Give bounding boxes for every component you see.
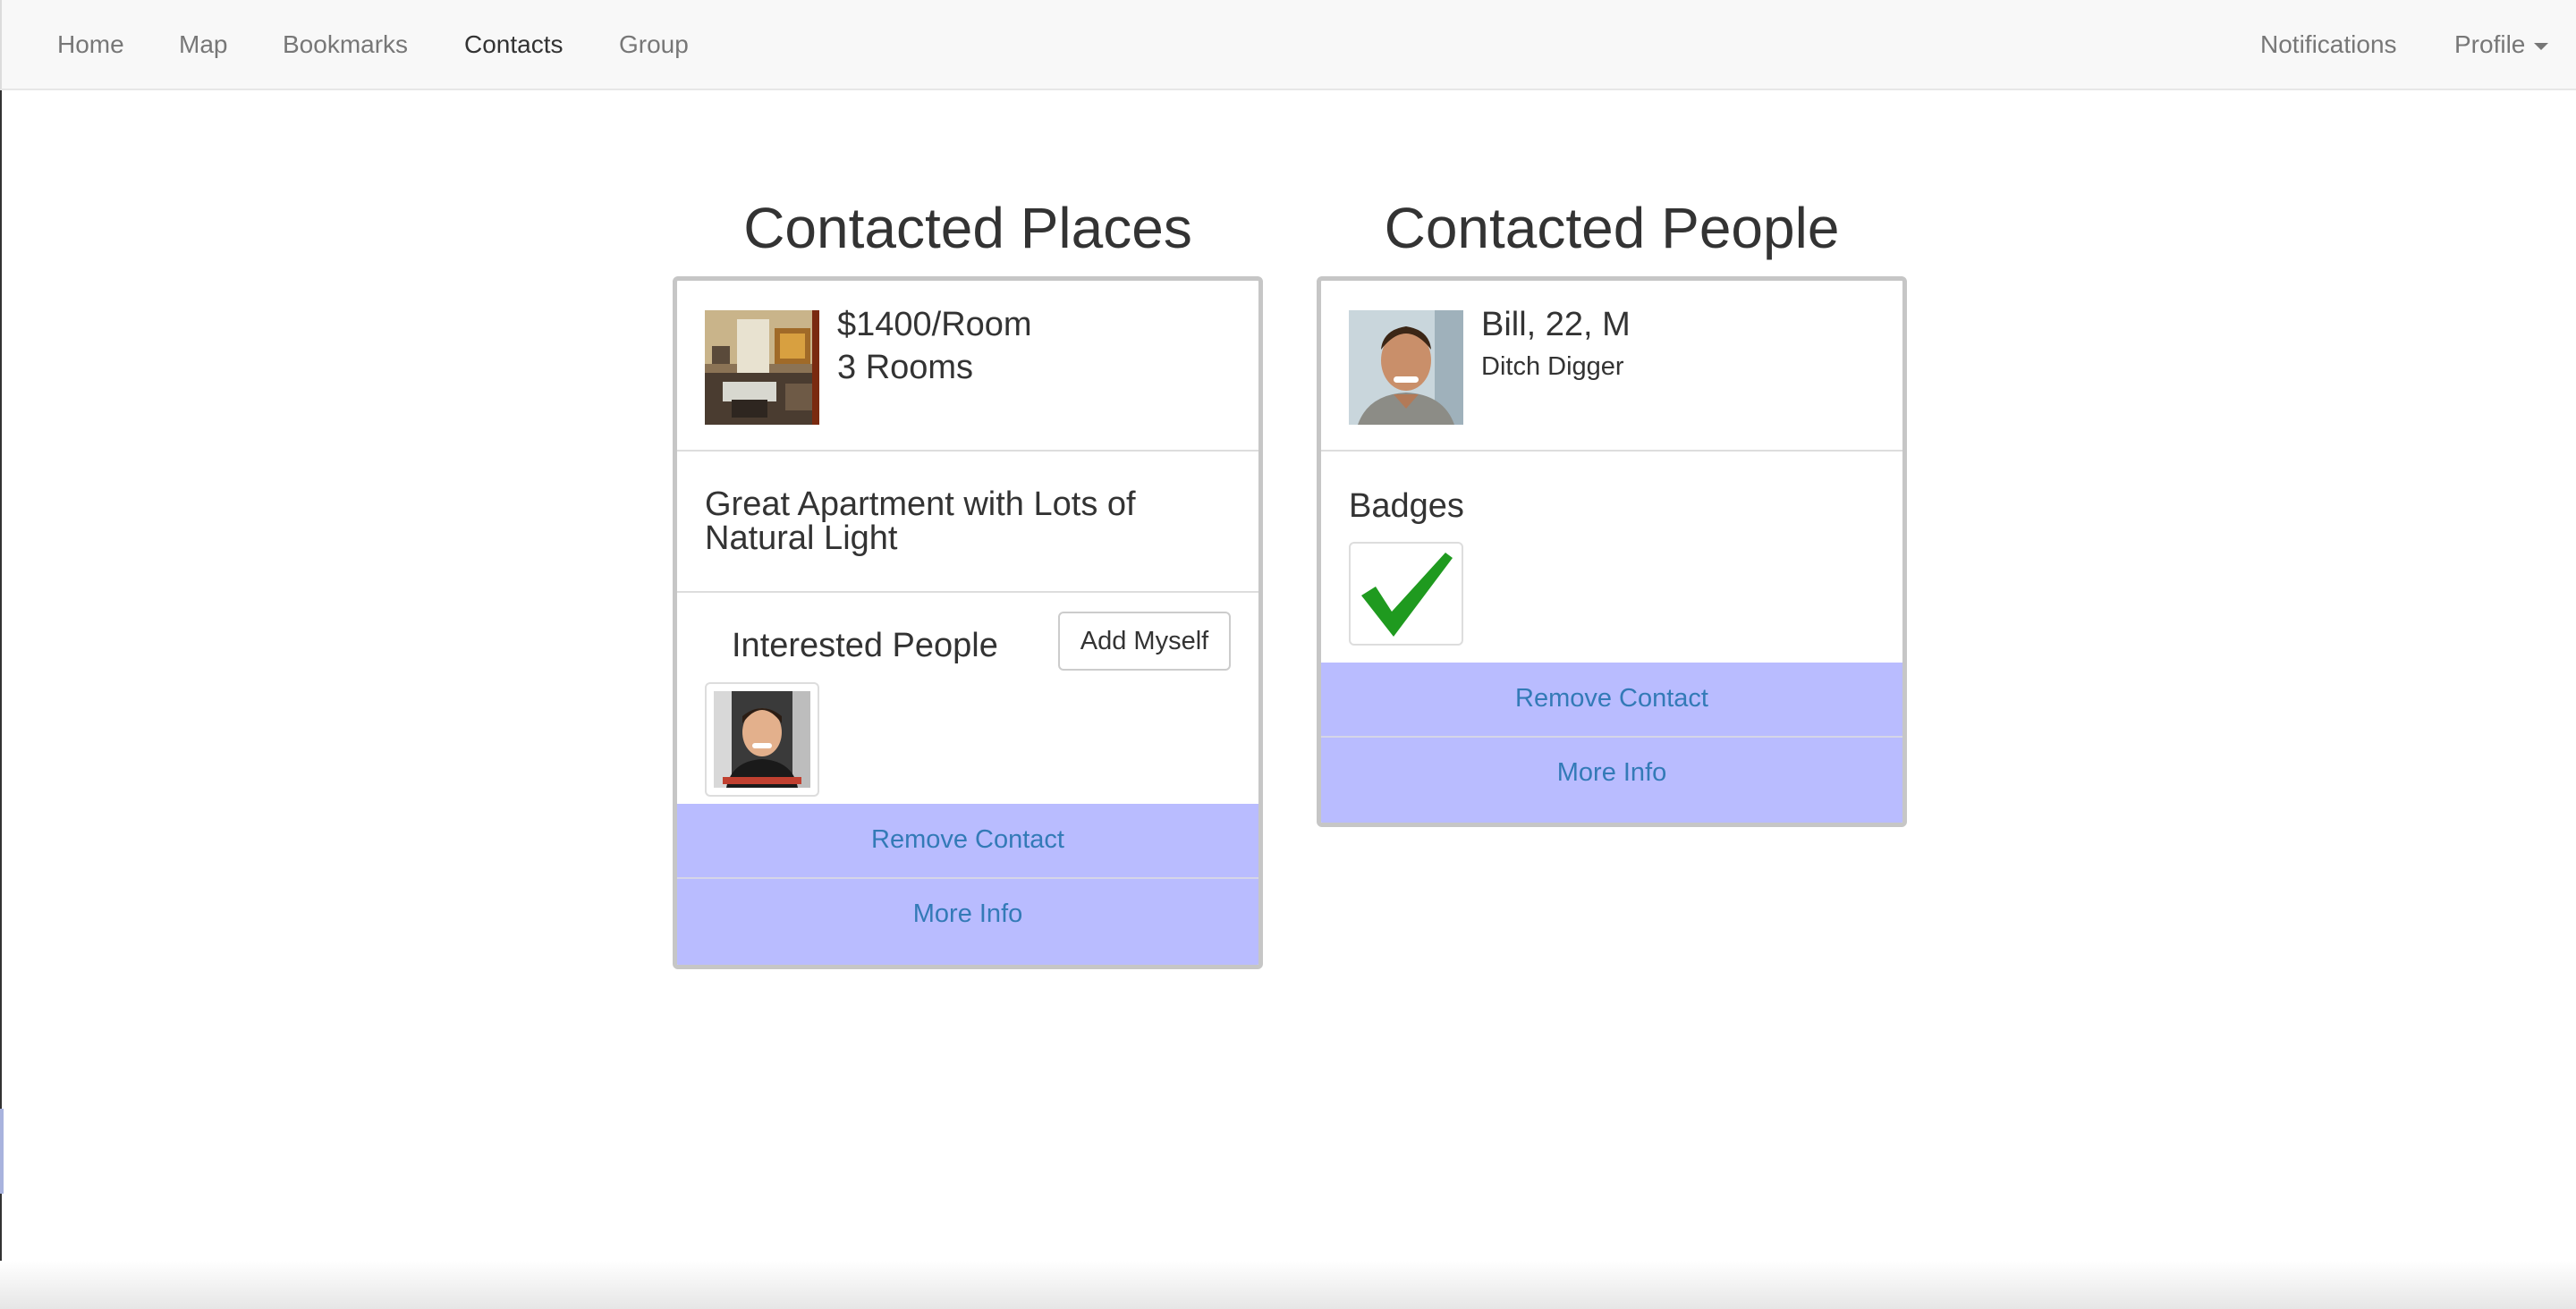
person-occupation: Ditch Digger <box>1481 352 1624 381</box>
nav-notifications-link[interactable]: Notifications <box>2260 0 2397 89</box>
card-divider <box>677 450 1258 452</box>
window-edge-accent <box>0 1109 4 1194</box>
more-info-button[interactable]: More Info <box>1321 738 1902 823</box>
apartment-description: Great Apartment with Lots of Natural Lig… <box>705 486 1136 557</box>
room-count: 3 Rooms <box>837 349 974 386</box>
interested-people-heading: Interested People <box>732 627 998 664</box>
remove-contact-button[interactable]: Remove Contact <box>677 804 1258 878</box>
bottom-shadow <box>0 1261 2576 1309</box>
add-myself-button[interactable]: Add Myself <box>1058 612 1231 671</box>
person-contact-card: Bill, 22, M Ditch Digger Badges Remove C… <box>1317 276 1907 827</box>
badge-item <box>1349 542 1463 646</box>
card-divider <box>677 591 1258 593</box>
apartment-photo <box>705 310 819 425</box>
nav-profile-label: Profile <box>2454 30 2526 58</box>
nav-home-link[interactable]: Home <box>57 0 124 89</box>
caret-down-icon <box>2534 42 2549 50</box>
person-photo <box>1349 310 1463 425</box>
nav-contacts-link[interactable]: Contacts <box>464 0 564 89</box>
places-section-title: Contacted Places <box>743 196 1192 260</box>
badges-heading: Badges <box>1349 487 1464 525</box>
interested-person-avatar[interactable] <box>705 682 819 797</box>
more-info-button[interactable]: More Info <box>677 879 1258 965</box>
nav-map-link[interactable]: Map <box>179 0 227 89</box>
checkmark-icon <box>1361 553 1453 637</box>
card-divider <box>1321 450 1902 452</box>
person-name-age-sex: Bill, 22, M <box>1481 306 1631 343</box>
nav-bookmarks-link[interactable]: Bookmarks <box>283 0 408 89</box>
people-section-title: Contacted People <box>1384 196 1840 260</box>
place-contact-card: $1400/Room 3 Rooms Great Apartment with … <box>673 276 1263 969</box>
remove-contact-button[interactable]: Remove Contact <box>1321 663 1902 737</box>
nav-group-link[interactable]: Group <box>619 0 689 89</box>
price-per-room: $1400/Room <box>837 306 1032 343</box>
nav-profile-dropdown[interactable]: Profile <box>2454 0 2549 89</box>
top-navbar: Home Map Bookmarks Contacts Group Notifi… <box>0 0 2576 90</box>
